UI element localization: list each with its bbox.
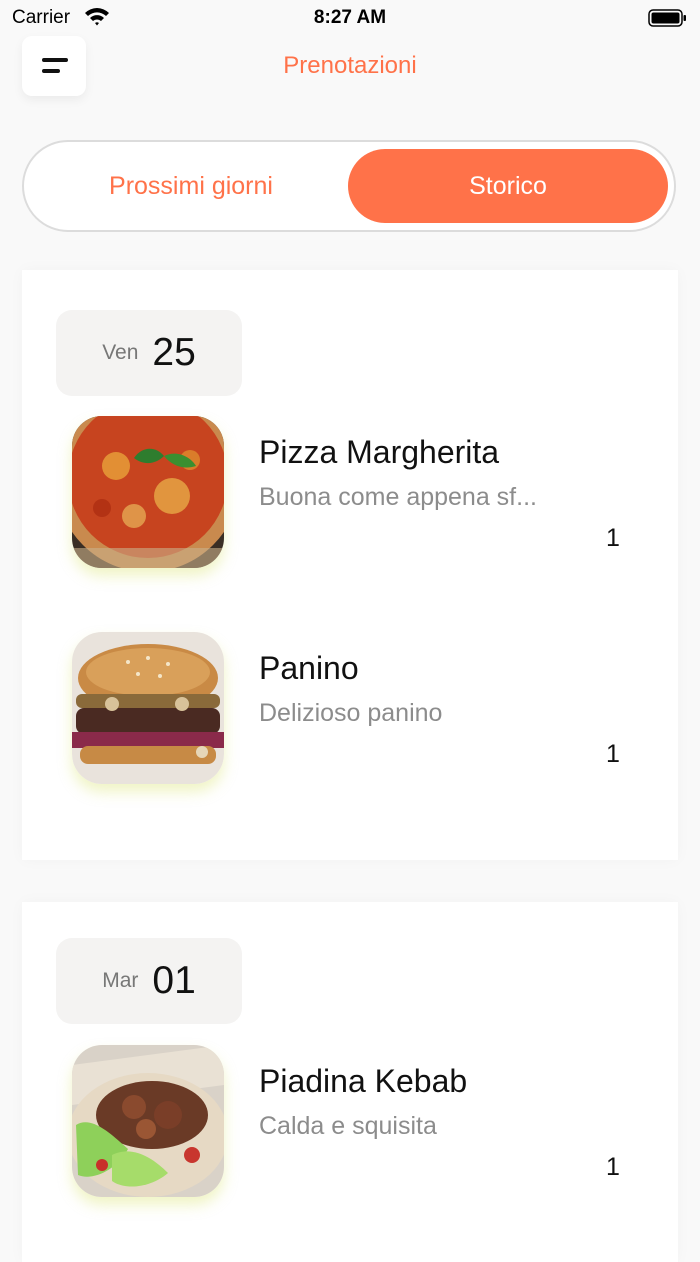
item-description: Calda e squisita [259,1112,437,1140]
reservation-card: Ven 25 Pizza Margherita Buona come appen… [22,270,678,860]
item-name: Pizza Margherita [259,434,500,470]
weekday-label: Ven [102,341,139,364]
page-title: Prenotazioni [283,52,417,79]
item-description: Delizioso panino [259,699,443,727]
date-badge: Ven 25 [56,310,242,396]
segmented-control: Prossimi giorni Storico [22,140,676,232]
item-name: Piadina Kebab [259,1063,468,1099]
item-description: Buona come appena sf... [259,483,537,511]
item-quantity: 1 [606,1153,620,1181]
day-number: 01 [152,959,196,1002]
burger-image [72,632,224,784]
status-bar: Carrier 8:27 AM [0,0,700,36]
weekday-label: Mar [102,969,139,992]
tab-storico[interactable]: Storico [348,149,668,223]
tab-prossimi-giorni[interactable]: Prossimi giorni [32,150,350,222]
clock: 8:27 AM [313,7,387,28]
date-badge: Mar 01 [56,938,242,1024]
kebab-image [72,1045,224,1197]
battery-icon [648,8,688,33]
order-item[interactable]: Piadina Kebab Calda e squisita 1 [22,1045,678,1205]
order-item[interactable]: Panino Delizioso panino 1 [22,632,678,792]
day-number: 25 [152,331,196,374]
item-quantity: 1 [606,524,620,552]
order-item[interactable]: Pizza Margherita Buona come appena sf...… [22,416,678,576]
reservation-card: Mar 01 Piadina Kebab Calda e squisita 1 [22,902,678,1262]
pizza-image [72,416,224,568]
item-name: Panino [259,650,359,686]
item-quantity: 1 [606,740,620,768]
